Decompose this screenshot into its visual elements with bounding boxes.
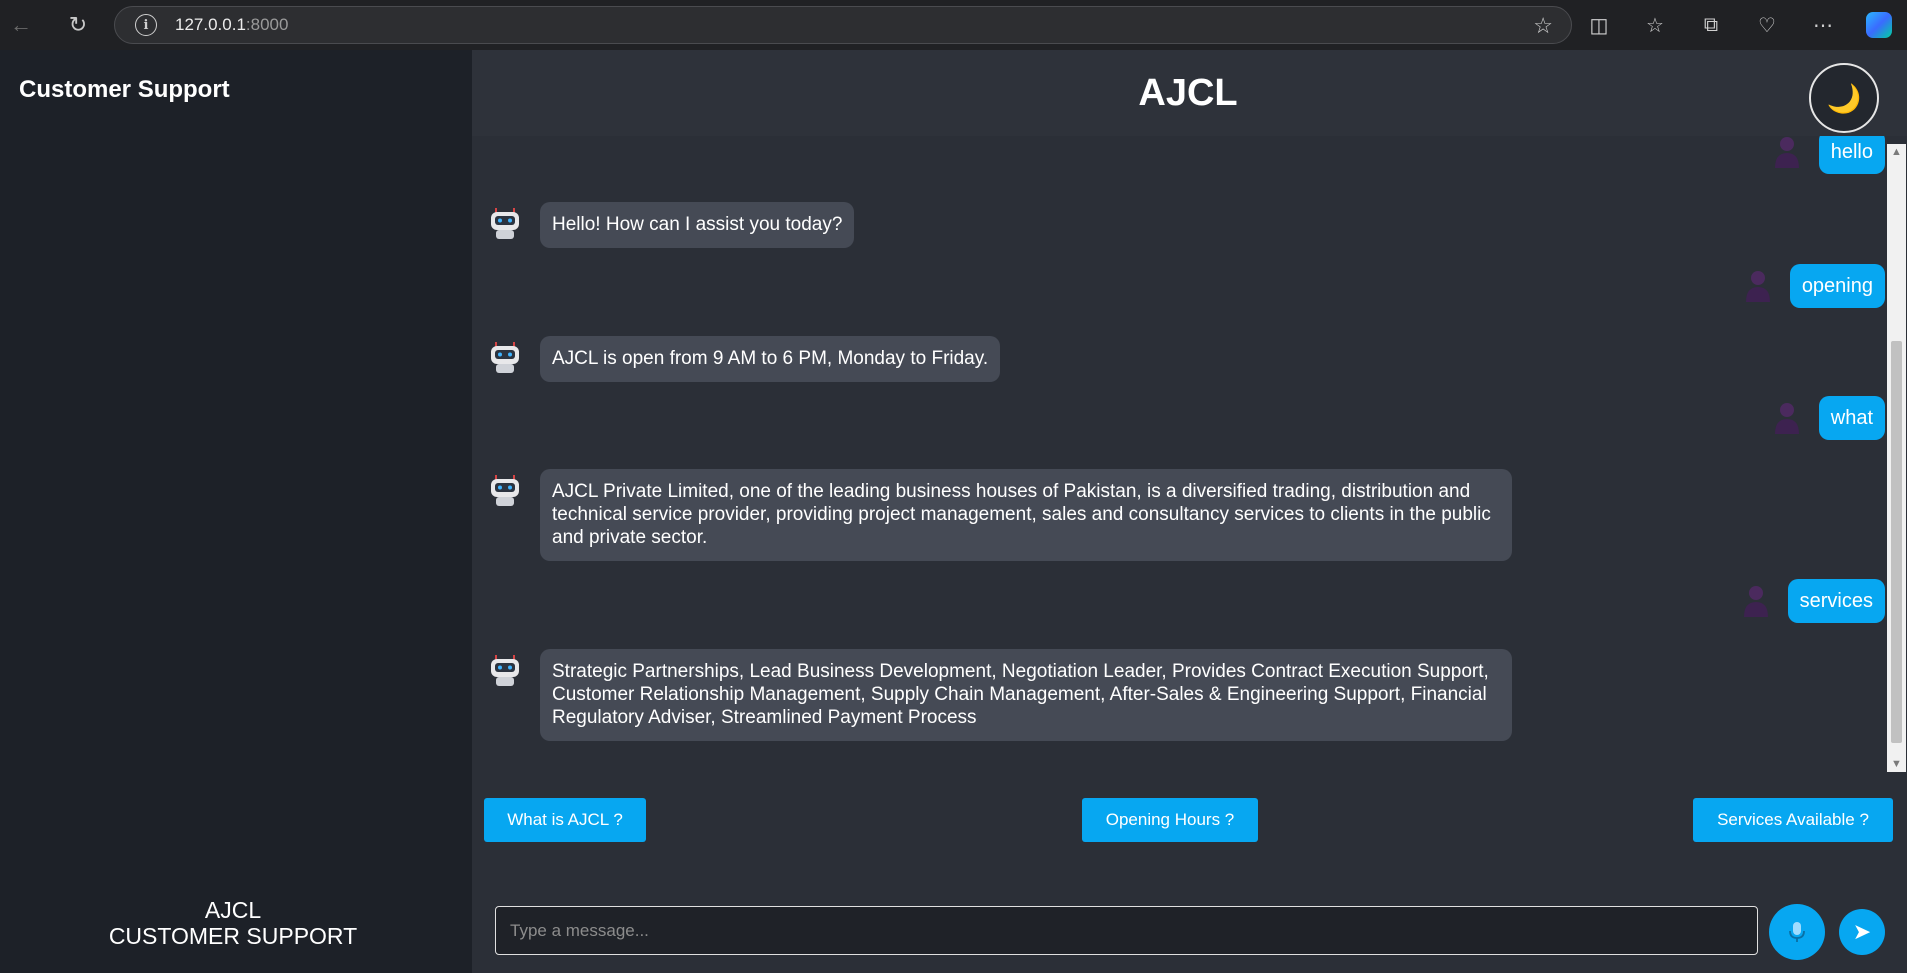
favorites-icon[interactable]: ☆ <box>1627 0 1683 50</box>
chat-title: AJCL <box>1138 72 1238 114</box>
user-avatar-icon <box>1774 403 1799 434</box>
sidebar-footer: AJCL CUSTOMER SUPPORT <box>0 897 466 949</box>
footer-brand: AJCL <box>204 897 262 923</box>
scroll-thumb[interactable] <box>1891 341 1902 743</box>
user-message: what <box>1773 396 1885 440</box>
robot-avatar-icon <box>491 342 519 373</box>
theme-toggle-button[interactable]: 🌙 <box>1809 63 1879 133</box>
bot-message: AJCL Private Limited, one of the leading… <box>488 469 1512 561</box>
user-message: opening <box>1744 264 1885 308</box>
bot-message-text: AJCL Private Limited, one of the leading… <box>540 469 1512 561</box>
scroll-down-arrow-icon[interactable]: ▼ <box>1887 756 1906 772</box>
bot-message-text: Hello! How can I assist you today? <box>540 202 855 248</box>
send-button[interactable]: ➤ <box>1839 909 1885 955</box>
user-message-text: what <box>1818 396 1885 440</box>
quick-services-available-button[interactable]: Services Available ? <box>1693 798 1893 842</box>
microphone-icon <box>1789 922 1805 942</box>
quick-opening-hours-button[interactable]: Opening Hours ? <box>1082 798 1258 842</box>
bot-message-text: Strategic Partnerships, Lead Business De… <box>540 649 1512 741</box>
favorite-star-icon[interactable]: ☆ <box>1533 13 1553 39</box>
chat-panel: AJCL 🌙 hello Hello! How can I assist you… <box>472 50 1907 973</box>
microphone-button[interactable] <box>1769 904 1825 960</box>
message-list[interactable]: hello Hello! How can I assist you today?… <box>472 136 1887 772</box>
robot-avatar-icon <box>491 655 519 686</box>
user-avatar-icon <box>1743 586 1768 617</box>
browser-essentials-icon[interactable]: ♡ <box>1739 0 1795 50</box>
user-message-text: opening <box>1789 264 1885 308</box>
url-host: 127.0.0.1 <box>175 15 246 34</box>
browser-actions: ◫ ☆ ⧉ ♡ ⋯ <box>1571 0 1907 50</box>
bot-message: Strategic Partnerships, Lead Business De… <box>488 649 1512 741</box>
robot-avatar-icon <box>491 208 519 239</box>
copilot-icon[interactable] <box>1851 0 1907 50</box>
split-screen-icon[interactable]: ◫ <box>1571 0 1627 50</box>
chat-header: AJCL 🌙 <box>472 50 1907 136</box>
address-bar[interactable]: i 127.0.0.1:8000 ☆ <box>114 6 1572 44</box>
more-options-icon[interactable]: ⋯ <box>1795 0 1851 50</box>
user-avatar-icon <box>1745 271 1770 302</box>
site-info-icon[interactable]: i <box>135 14 157 36</box>
back-arrow-icon[interactable]: ← <box>6 10 36 40</box>
user-message: hello <box>1773 136 1885 174</box>
bot-message: AJCL is open from 9 AM to 6 PM, Monday t… <box>488 336 1001 382</box>
bot-message: Hello! How can I assist you today? <box>488 202 855 248</box>
robot-avatar-icon <box>491 475 519 506</box>
user-avatar-icon <box>1774 137 1799 168</box>
user-message-text: hello <box>1818 136 1885 174</box>
quick-what-is-ajcl-button[interactable]: What is AJCL ? <box>484 798 646 842</box>
bot-message-text: AJCL is open from 9 AM to 6 PM, Monday t… <box>540 336 1001 382</box>
message-input[interactable] <box>495 906 1758 955</box>
message-scrollbar[interactable]: ▲ ▼ <box>1887 144 1906 772</box>
footer-subtitle: CUSTOMER SUPPORT <box>108 923 358 949</box>
collections-icon[interactable]: ⧉ <box>1683 0 1739 50</box>
user-message-text: services <box>1787 579 1885 623</box>
composer: ➤ <box>472 898 1907 973</box>
moon-icon: 🌙 <box>1826 82 1862 114</box>
scroll-up-arrow-icon[interactable]: ▲ <box>1887 144 1906 160</box>
browser-toolbar: ← ↻ i 127.0.0.1:8000 ☆ ◫ ☆ ⧉ ♡ ⋯ <box>0 0 1907 50</box>
sidebar: Customer Support AJCL CUSTOMER SUPPORT <box>0 50 472 973</box>
user-message: services <box>1742 579 1885 623</box>
url-port: :8000 <box>245 15 289 34</box>
send-arrow-icon: ➤ <box>1852 919 1872 944</box>
sidebar-title: Customer Support <box>19 76 230 103</box>
reload-icon[interactable]: ↻ <box>63 10 93 40</box>
